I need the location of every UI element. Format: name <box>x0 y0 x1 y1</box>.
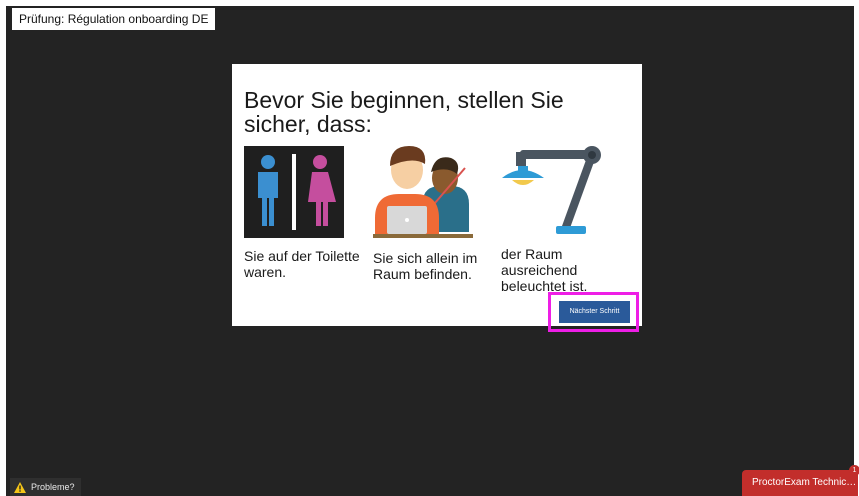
next-step-button[interactable]: Nächster Schritt <box>559 301 630 323</box>
problems-button[interactable]: Probleme? <box>10 478 81 496</box>
warning-icon <box>14 481 26 493</box>
desk-lamp-icon <box>502 146 601 234</box>
preparation-dialog: Bevor Sie beginnen, stellen Sie sicher, … <box>232 64 642 326</box>
requirement-lighting-text: der Raum ausreichend beleuchtet ist. <box>501 246 588 294</box>
support-chat-button[interactable]: ProctorExam Technic… <box>742 470 858 496</box>
exam-title-tab: Prüfung: Régulation onboarding DE <box>12 8 216 30</box>
dialog-title: Bevor Sie beginnen, stellen Sie sicher, … <box>244 87 564 137</box>
requirement-alone-text: Sie sich allein im Raum befinden. <box>373 250 478 282</box>
alone-in-room-icon <box>373 146 473 238</box>
restroom-icon <box>244 146 344 238</box>
support-notification-badge: 1 <box>849 465 859 476</box>
problems-label: Probleme? <box>31 482 75 492</box>
requirement-restroom-text: Sie auf der Toilette waren. <box>244 248 360 280</box>
